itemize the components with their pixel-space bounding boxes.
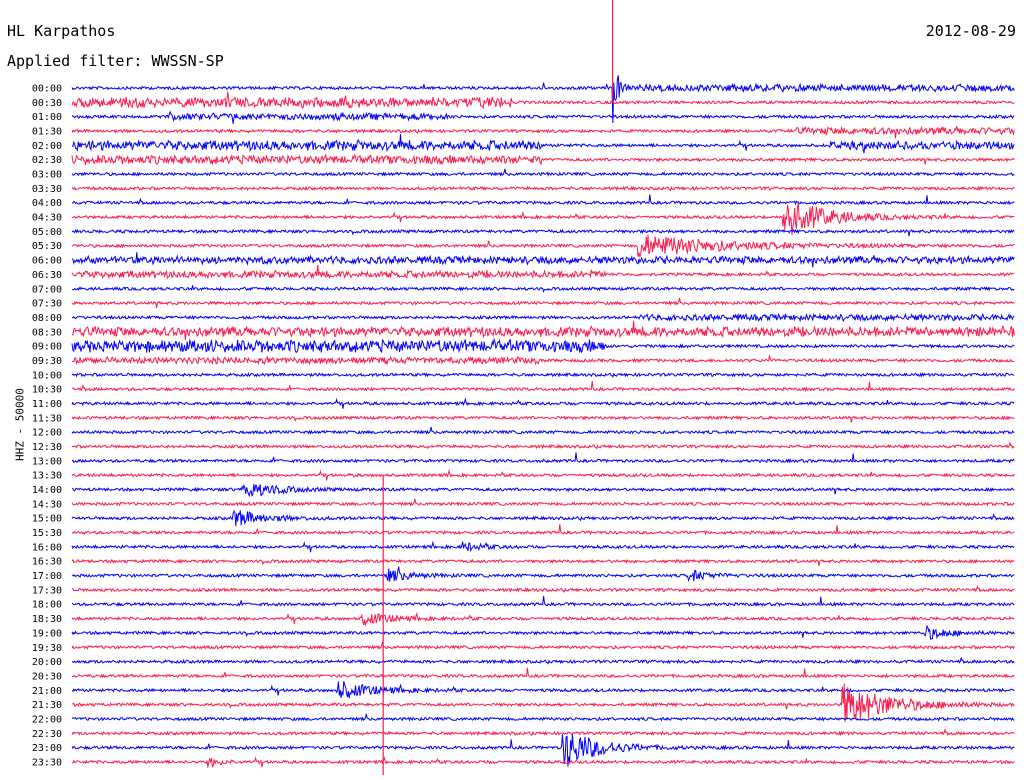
time-label: 14:00	[32, 485, 62, 496]
time-label: 18:30	[32, 614, 62, 625]
seismogram-trace	[71, 234, 1015, 259]
time-label: 02:00	[32, 141, 62, 152]
time-label: 04:30	[32, 213, 62, 224]
time-label: 03:30	[32, 184, 62, 195]
seismogram-trace	[71, 125, 1015, 139]
time-label: 20:00	[32, 657, 62, 668]
time-label-group: 00:00 00:30 01:00 01:30 02:00 02:30 03:00 03:30…	[32, 84, 62, 769]
time-label: 22:00	[32, 714, 62, 725]
time-label: 06:00	[32, 256, 62, 267]
seismogram-trace	[71, 110, 1015, 124]
time-label: 09:30	[32, 356, 62, 367]
time-label: 19:30	[32, 643, 62, 654]
seismogram-trace	[71, 134, 1015, 154]
time-label: 10:30	[32, 385, 62, 396]
time-label: 07:00	[32, 284, 62, 295]
time-label: 01:00	[32, 112, 62, 123]
time-label: 00:30	[32, 98, 62, 109]
time-label: 11:30	[32, 413, 62, 424]
time-label: 10:00	[32, 370, 62, 381]
seismogram-trace	[71, 185, 1015, 192]
time-label: 15:00	[32, 514, 62, 525]
time-label: 21:30	[32, 700, 62, 711]
time-label: 08:00	[32, 313, 62, 324]
time-label: 13:00	[32, 456, 62, 467]
time-label: 12:30	[32, 442, 62, 453]
seismogram-trace	[71, 484, 1015, 498]
seismogram-trace	[71, 755, 1015, 768]
time-label: 16:00	[32, 542, 62, 553]
time-label: 03:00	[32, 170, 62, 181]
time-label: 09:00	[32, 342, 62, 353]
time-label: 22:30	[32, 729, 62, 740]
seismogram-trace	[71, 595, 1015, 608]
time-label: 23:00	[32, 743, 62, 754]
seismogram-trace	[71, 252, 1015, 268]
seismogram-trace	[71, 667, 1015, 679]
time-label: 04:00	[32, 198, 62, 209]
time-label: 08:30	[32, 327, 62, 338]
time-label: 06:30	[32, 270, 62, 281]
seismogram-trace	[71, 153, 1015, 166]
seismogram-trace	[71, 312, 1015, 323]
seismogram-trace	[71, 681, 1015, 699]
trace-group	[71, 0, 1015, 776]
time-label: 05:00	[32, 227, 62, 238]
time-label: 07:30	[32, 299, 62, 310]
seismogram-trace	[71, 656, 1015, 665]
time-label: 16:30	[32, 557, 62, 568]
seismogram-trace	[71, 624, 1015, 640]
seismogram-trace	[71, 524, 1015, 536]
seismogram-trace	[71, 558, 1015, 567]
helicorder-plot: 00:00 00:30 01:00 01:30 02:00 02:30 03:00 03:30…	[32, 0, 1015, 776]
time-label: 01:30	[32, 127, 62, 138]
seismogram-trace	[71, 468, 1015, 481]
time-label: 17:00	[32, 571, 62, 582]
seismogram-trace	[71, 441, 1015, 450]
seismogram-trace	[71, 320, 1015, 340]
seismogram-trace	[71, 285, 1015, 293]
seismogram-trace	[71, 397, 1015, 409]
seismogram-trace	[71, 452, 1015, 464]
seismogram-trace	[71, 371, 1015, 378]
seismogram-trace	[71, 380, 1015, 393]
seismogram-trace	[71, 566, 1015, 582]
seismogram-trace	[71, 355, 1015, 366]
time-label: 20:30	[32, 671, 62, 682]
time-label: 14:30	[32, 499, 62, 510]
seismogram-trace	[71, 168, 1015, 177]
seismogram-trace	[71, 228, 1015, 237]
seismogram-trace	[71, 415, 1015, 423]
seismogram-trace	[71, 426, 1015, 436]
seismogram-trace	[71, 194, 1015, 206]
seismogram-trace	[71, 264, 1015, 280]
seismogram-trace	[71, 75, 1015, 124]
seismogram-trace	[71, 91, 1015, 110]
seismogram-trace	[71, 713, 1015, 722]
seismogram-trace	[71, 584, 1015, 593]
seismogram-trace	[71, 498, 1015, 507]
seismogram-trace	[71, 337, 1015, 354]
time-label: 11:00	[32, 399, 62, 410]
seismogram-trace	[71, 540, 1015, 553]
time-label: 23:30	[32, 757, 62, 768]
time-label: 17:30	[32, 585, 62, 596]
time-label: 05:30	[32, 241, 62, 252]
seismogram-trace	[71, 297, 1015, 308]
time-label: 18:00	[32, 600, 62, 611]
time-label: 13:30	[32, 471, 62, 482]
time-label: 00:00	[32, 84, 62, 95]
time-label: 21:00	[32, 686, 62, 697]
seismogram-trace	[71, 612, 1015, 626]
time-label: 12:00	[32, 428, 62, 439]
time-label: 02:30	[32, 155, 62, 166]
seismogram-trace	[71, 641, 1015, 651]
time-label: 19:00	[32, 628, 62, 639]
seismogram-trace	[71, 728, 1015, 737]
time-label: 15:30	[32, 528, 62, 539]
seismogram-trace	[71, 509, 1015, 527]
